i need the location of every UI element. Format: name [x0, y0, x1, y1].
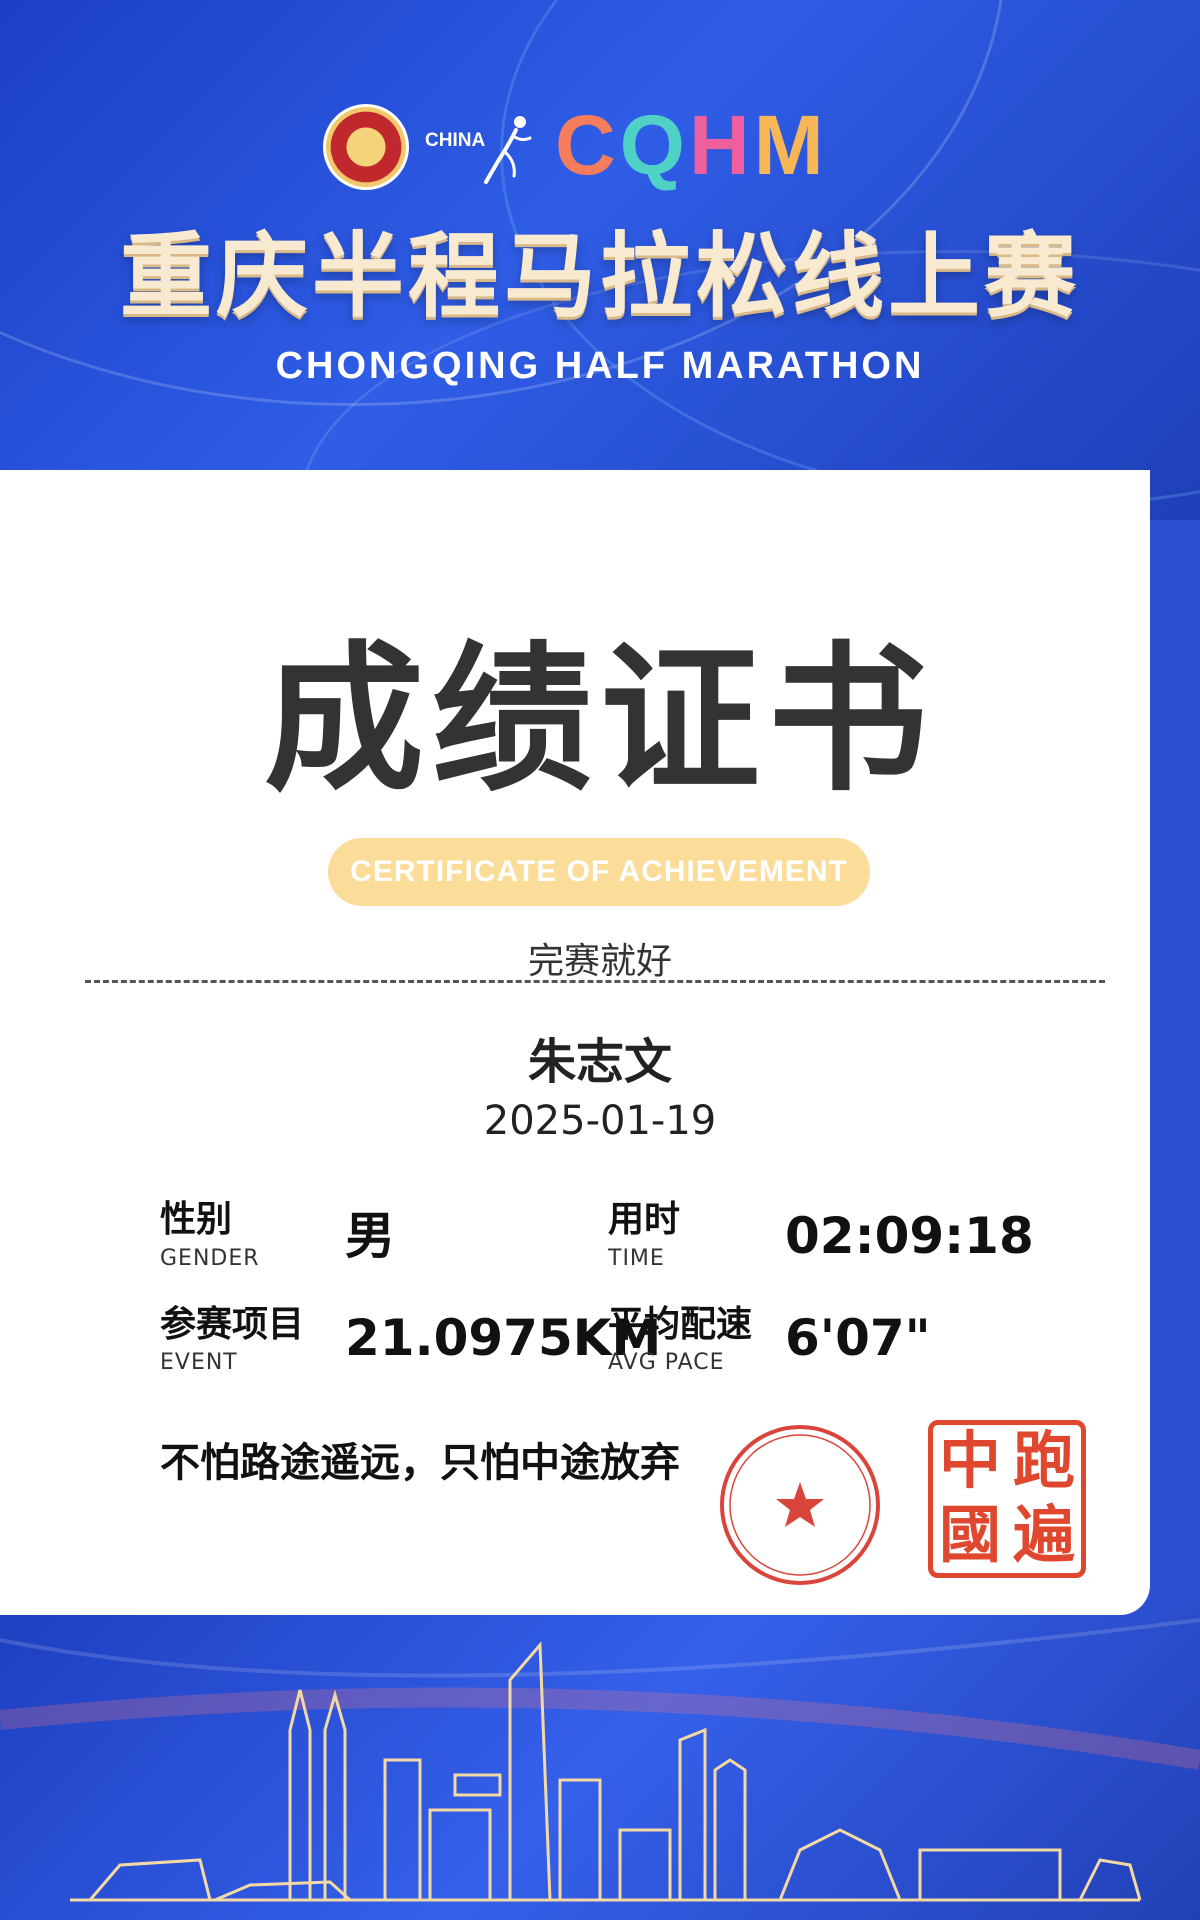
dashed-divider — [85, 980, 1105, 983]
china-marathon-logo: CHINA — [425, 112, 532, 184]
event-subtitle: CHONGQING HALF MARATHON — [275, 345, 925, 387]
seal-char: 中 — [938, 1424, 1001, 1497]
city-skyline-icon — [0, 1618, 1200, 1902]
pace-label: 平均配速 — [608, 1304, 753, 1345]
certificate-card: 成绩证书 CERTIFICATE OF ACHIEVEMENT 完赛就好 朱志文… — [0, 470, 1150, 1615]
gender-sublabel: GENDER — [160, 1246, 260, 1271]
runner-name: 朱志文 — [527, 1034, 672, 1090]
association-seal-icon — [720, 1425, 880, 1585]
time-sublabel: TIME — [608, 1246, 665, 1271]
motto-text: 不怕路途遥远，只怕中途放弃 — [160, 1440, 680, 1486]
seal-char: 國 — [938, 1498, 1001, 1571]
gender-label: 性别 — [160, 1199, 233, 1240]
runner-icon — [484, 116, 532, 184]
certificate-title: 成绩证书 — [263, 626, 936, 813]
logo-row: CHINA CQHM — [0, 100, 1200, 190]
time-value: 02:09:18 — [785, 1207, 1034, 1265]
cqhm-letter: H — [689, 98, 754, 192]
certificate-badge: CERTIFICATE OF ACHIEVEMENT — [328, 838, 870, 906]
cqhm-logo: CQHM — [555, 100, 828, 190]
race-date: 2025-01-19 — [483, 1098, 717, 1144]
association-logo-icon — [323, 104, 409, 190]
pace-value: 6'07" — [785, 1309, 931, 1367]
china-marathon-text: CHINA — [425, 130, 486, 151]
event-sublabel: EVENT — [160, 1350, 238, 1375]
seal-char: 遍 — [1012, 1498, 1075, 1571]
china-run-seal: 中 跑 國 遍 — [928, 1420, 1086, 1578]
pace-sublabel: AVG PACE — [608, 1350, 725, 1375]
finish-status: 完赛就好 — [527, 941, 672, 982]
cqhm-letter: Q — [619, 98, 690, 192]
header-banner: CHINA CQHM 重庆半程马拉松线上赛 CHONGQING HALF MAR… — [0, 0, 1200, 520]
gender-value: 男 — [345, 1207, 395, 1265]
event-label: 参赛项目 — [160, 1304, 305, 1345]
cqhm-letter: M — [753, 98, 828, 192]
seal-char: 跑 — [1012, 1424, 1075, 1497]
skyline-banner — [0, 1600, 1200, 1920]
time-label: 用时 — [608, 1199, 681, 1240]
cqhm-letter: C — [555, 98, 620, 192]
event-title: 重庆半程马拉松线上赛 — [119, 223, 1080, 330]
